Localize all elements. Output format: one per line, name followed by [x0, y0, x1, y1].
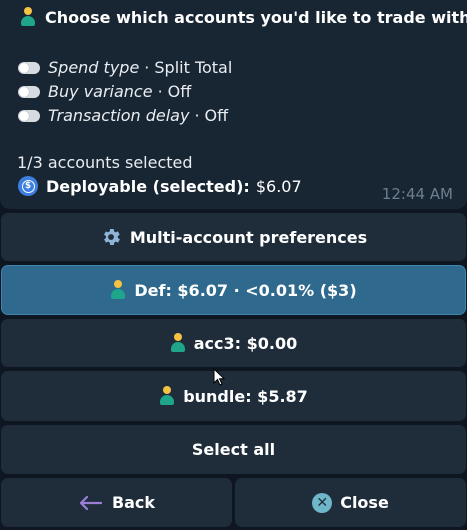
account-button-label: Def: $6.07 · <0.01% ($3) [134, 280, 357, 300]
toggle-row-transaction-delay: Transaction delay · Off [18, 106, 228, 125]
close-button[interactable]: ✕ Close [235, 478, 466, 527]
gear-icon [100, 226, 122, 248]
toggle-icon [18, 109, 40, 122]
toggle-separator: · [144, 58, 150, 77]
deployable-value: $6.07 [255, 176, 302, 196]
multi-account-preferences-label: Multi-account preferences [129, 227, 368, 247]
toggle-value: Off [167, 82, 192, 101]
toggle-icon [18, 61, 40, 74]
close-label: Close [340, 493, 389, 512]
toggle-label: Spend type [48, 58, 140, 77]
select-all-label: Select all [191, 440, 276, 459]
mouse-cursor-icon [213, 367, 226, 390]
toggle-row-spend-type: Spend type · Split Total [18, 58, 232, 77]
account-button-label: acc3: $0.00 [193, 333, 298, 353]
toggle-row-buy-variance: Buy variance · Off [18, 82, 191, 101]
person-icon [20, 7, 36, 27]
message-title: Choose which accounts you'd like to trad… [20, 7, 467, 27]
deployable-summary: $ Deployable (selected): $6.07 [18, 176, 302, 196]
dollar-coin-icon: $ [18, 176, 38, 196]
back-label: Back [111, 493, 156, 512]
person-icon [159, 386, 175, 406]
select-all-button[interactable]: Select all [1, 425, 466, 474]
deployable-label: Deployable (selected): [46, 176, 250, 196]
toggle-value: Off [204, 106, 229, 125]
toggle-separator: · [157, 82, 163, 101]
person-icon [170, 333, 186, 353]
person-icon [110, 280, 126, 300]
message-timestamp: 12:44 AM [381, 185, 453, 203]
arrow-left-icon [78, 495, 102, 511]
close-circle-icon: ✕ [312, 492, 333, 513]
toggle-icon [18, 85, 40, 98]
account-button-def[interactable]: Def: $6.07 · <0.01% ($3) [1, 265, 466, 315]
toggle-value: Split Total [154, 58, 233, 77]
multi-account-preferences-button[interactable]: Multi-account preferences [1, 213, 466, 261]
message-title-text: Choose which accounts you'd like to trad… [45, 7, 467, 27]
account-button-acc3[interactable]: acc3: $0.00 [1, 319, 466, 367]
toggle-separator: · [194, 106, 200, 125]
account-button-label: bundle: $5.87 [183, 386, 308, 406]
selected-count: 1/3 accounts selected [17, 153, 193, 172]
message-bubble: Choose which accounts you'd like to trad… [0, 0, 467, 209]
back-button[interactable]: Back [1, 478, 232, 527]
account-button-bundle[interactable]: bundle: $5.87 [1, 371, 466, 421]
toggle-label: Transaction delay [48, 106, 190, 125]
toggle-label: Buy variance [48, 82, 153, 101]
